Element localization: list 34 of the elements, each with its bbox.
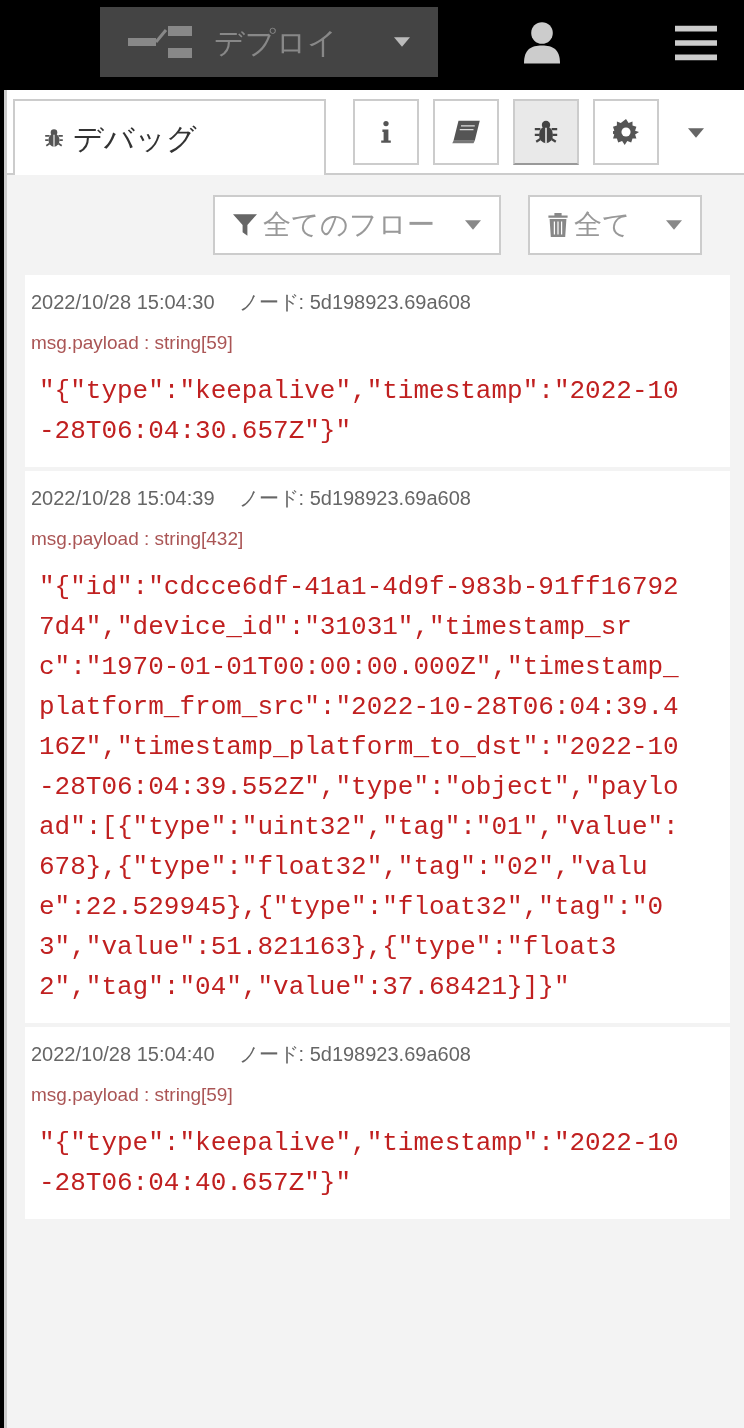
message-topic: msg.payload : string[432] (31, 527, 244, 551)
debug-tab[interactable]: デバッグ (13, 99, 326, 175)
deploy-icon (128, 24, 192, 60)
book-icon (451, 119, 481, 145)
tool-button[interactable] (513, 99, 579, 165)
message-time: 2022/10/28 15:04:30 (31, 290, 215, 315)
user-icon (524, 20, 560, 64)
node-id: ノード: 5d198923.69a608 (238, 1042, 471, 1067)
node-id: ノード: 5d198923.69a608 (238, 486, 471, 511)
filter-icon (233, 213, 257, 237)
deploy-button[interactable]: デプロイ (100, 7, 438, 77)
message-value: "{"id":"cdcce6df-41a1-4d9f-983b-91ff167927d4","device_id":"31031","timestamp_src":"1970-01-01T00:00:00.000Z","timestamp_platform_from_src":"2022-10-28T06:04:39.416Z","timestamp_platform_to_dst":"2022-10-28T06:04:39.552Z","type":"object","payload":[{"type":"uint32","tag":"01","value":678},{"type":"float32","tag":"02","value":22.529945},{"type":"float32","tag":"03","value":51.821163},{"type":"float32","tag":"04","value":37.68421}]}" (39, 571, 680, 1004)
menu-icon (675, 25, 717, 61)
trash-icon (548, 213, 568, 237)
caret-icon (666, 220, 682, 230)
message-value: "{"type":"keepalive","timestamp":"2022-10-28T06:04:30.657Z"}" (39, 375, 680, 448)
message-time: 2022/10/28 15:04:40 (31, 1042, 215, 1067)
message-value: "{"type":"keepalive","timestamp":"2022-10-28T06:04:40.657Z"}" (39, 1127, 680, 1200)
bug-icon (532, 118, 560, 146)
settings-icon (613, 119, 639, 145)
node-id: ノード: 5d198923.69a608 (238, 290, 471, 315)
tool-button[interactable] (433, 99, 499, 165)
caret-icon (688, 128, 704, 138)
flow-filter-dropdown[interactable]: 全てのフロー (213, 195, 501, 255)
bug-icon (43, 127, 65, 149)
caret-icon (465, 220, 481, 230)
clear-dropdown[interactable]: 全て (528, 195, 702, 255)
caret-icon (394, 37, 410, 47)
message-time: 2022/10/28 15:04:39 (31, 486, 215, 511)
tool-button[interactable] (593, 99, 659, 165)
menu-button[interactable] (674, 24, 718, 62)
message-topic: msg.payload : string[59] (31, 1083, 233, 1107)
info-icon (380, 120, 392, 144)
message-topic: msg.payload : string[59] (31, 331, 233, 355)
